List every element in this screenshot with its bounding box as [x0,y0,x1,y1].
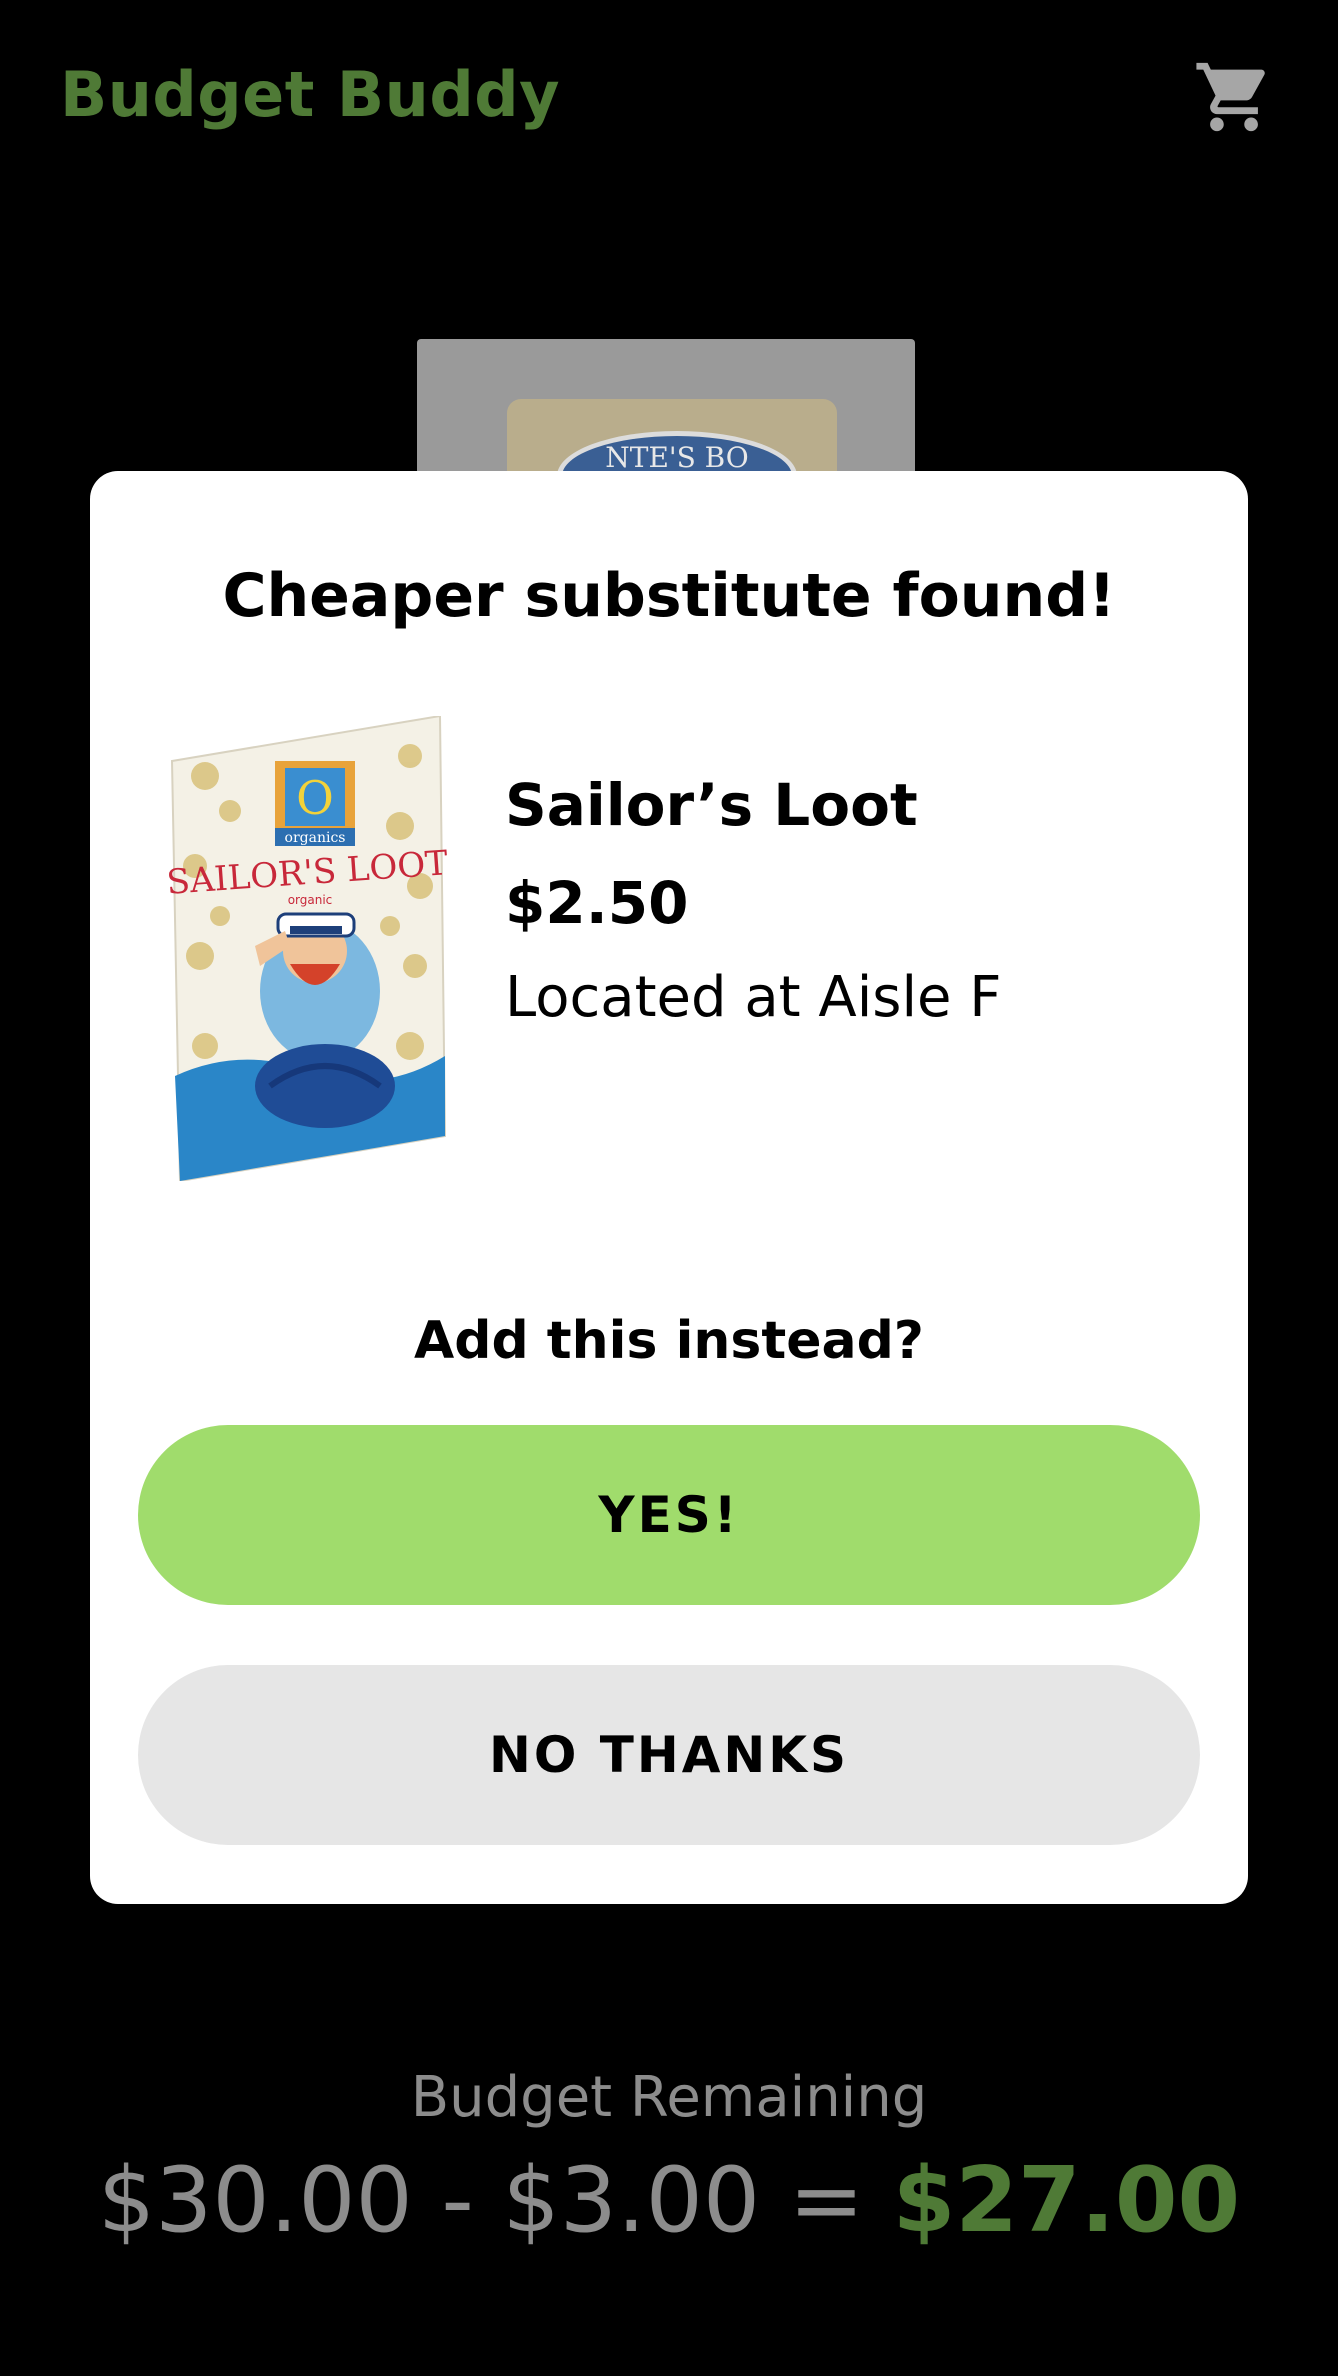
budget-label: Budget Remaining [410,2065,928,2130]
cart-button[interactable] [1192,56,1276,138]
app-title: Budget Buddy [60,58,561,131]
yes-button[interactable]: YES! [138,1425,1200,1605]
budget-minus-sign: - [441,2148,474,2253]
budget-equation: $30.00 - $3.00 = $27.00 [0,2148,1338,2253]
budget-equals-sign: = [788,2148,865,2253]
dialog-title: Cheaper substitute found! [222,561,1116,631]
bag-brand: organics [285,830,346,846]
product-image: O organics SAILOR'S LOOT organic [165,716,449,1181]
product-location: Located at Aisle F [505,965,1002,1030]
bag-logo-letter: O [296,771,334,825]
no-thanks-button[interactable]: NO THANKS [138,1665,1200,1845]
budget-total: $30.00 [97,2148,413,2253]
product-name: Sailor’s Loot [505,771,918,839]
product-price: $2.50 [505,869,689,937]
shopping-cart-icon [1196,62,1265,132]
budget-spent: $3.00 [502,2148,761,2253]
substitute-prompt: Add this instead? [414,1311,924,1371]
budget-remaining-amount: $27.00 [892,2148,1241,2253]
screen: Budget Buddy NTE'S BO Cheaper substitute… [0,0,1338,2376]
substitute-dialog: Cheaper substitute found! O organics SAI… [90,471,1248,1904]
bag-subtitle: organic [288,893,333,907]
